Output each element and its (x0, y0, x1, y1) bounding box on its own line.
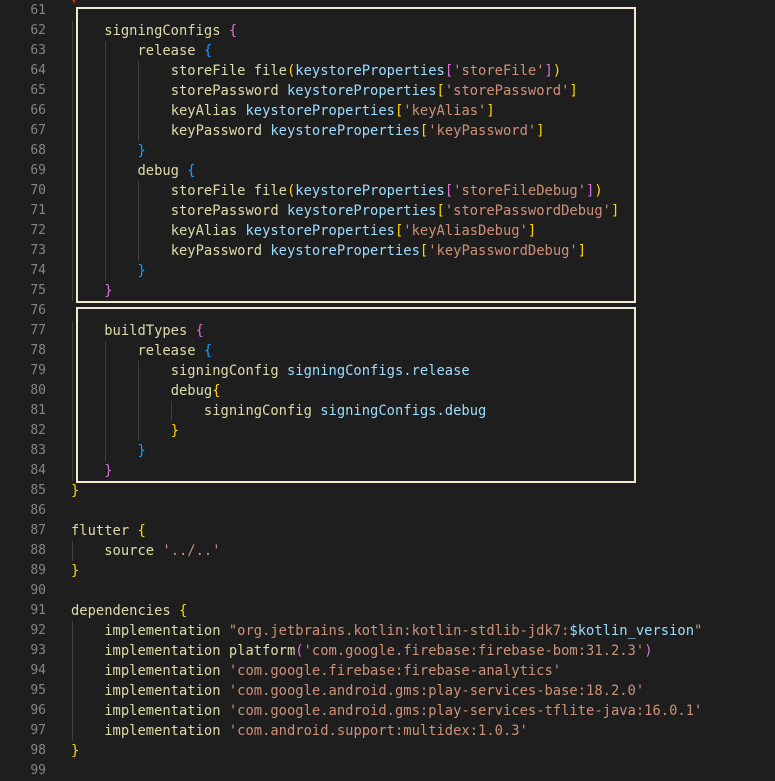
keyword-token: implementation platform (104, 643, 296, 659)
line-number: 70 (30, 183, 46, 198)
keyword-token: implementation (104, 663, 229, 679)
line-number: 88 (30, 543, 46, 558)
line-number: 74 (30, 263, 46, 278)
code-line[interactable]: 87 flutter { (0, 521, 775, 541)
string-token: 'com.android.support:multidex:1.0.3' (228, 723, 528, 739)
keyword-token: flutter (71, 523, 138, 539)
line-number: 65 (30, 83, 46, 98)
keyword-token: source (104, 543, 163, 559)
bracket-token: } (71, 483, 80, 499)
line-number: 77 (30, 323, 46, 338)
bracket-token: ( (295, 643, 304, 659)
line-number: 89 (30, 563, 46, 578)
code-text: implementation 'com.android.support:mult… (71, 721, 528, 741)
keyword-token: implementation (104, 623, 229, 639)
keyword-token: dependencies (71, 603, 179, 619)
code-line[interactable]: 88 source '../..' (0, 541, 775, 561)
line-number: 73 (30, 243, 46, 258)
code-text: implementation 'com.google.android.gms:p… (71, 681, 644, 701)
string-token: 'com.google.android.gms:play-services-tf… (228, 703, 703, 719)
line-number: 78 (30, 343, 46, 358)
bracket-token: { (178, 603, 188, 619)
code-line[interactable]: 90 (0, 581, 775, 601)
line-number: 90 (30, 583, 46, 598)
identifier-token: $kotlin_version (569, 623, 695, 639)
line-number: 72 (30, 223, 46, 238)
code-text: source '../..' (71, 541, 221, 561)
line-number: 97 (30, 723, 46, 738)
line-number: 66 (30, 103, 46, 118)
line-number: 86 (30, 503, 46, 518)
string-token: 'com.google.firebase:firebase-bom:31.2.3… (303, 643, 645, 659)
line-number: 75 (30, 283, 46, 298)
bracket-token: } (71, 563, 80, 579)
line-number: 63 (30, 43, 46, 58)
string-token: 'com.google.android.gms:play-services-ba… (228, 683, 645, 699)
code-text: dependencies { (71, 601, 187, 621)
line-number: 64 (30, 63, 46, 78)
code-line[interactable]: 96 implementation 'com.google.android.gm… (0, 701, 775, 721)
keyword-token: implementation (104, 703, 229, 719)
line-number: 62 (30, 23, 46, 38)
code-text: implementation "org.jetbrains.kotlin:kot… (71, 621, 702, 641)
code-editor[interactable]: 61 62 signingConfigs {63 release {64 stor… (0, 0, 775, 778)
code-line[interactable]: 91 dependencies { (0, 601, 775, 621)
string-token: '../..' (162, 543, 221, 559)
string-token: "org.jetbrains.kotlin:kotlin-stdlib-jdk7… (228, 623, 570, 639)
line-number: 98 (30, 743, 46, 758)
string-token: " (694, 623, 703, 639)
line-number: 79 (30, 363, 46, 378)
line-number: 85 (30, 483, 46, 498)
line-number: 92 (30, 623, 46, 638)
bracket-token: } (71, 743, 80, 759)
code-line[interactable]: 97 implementation 'com.android.support:m… (0, 721, 775, 741)
highlight-box (76, 307, 636, 483)
code-line[interactable]: 85} (0, 481, 775, 501)
line-number: 91 (30, 603, 46, 618)
code-line[interactable]: 86 (0, 501, 775, 521)
code-text: } (71, 741, 79, 761)
line-number: 83 (30, 443, 46, 458)
line-number: 84 (30, 463, 46, 478)
line-number: 94 (30, 663, 46, 678)
code-line[interactable]: 95 implementation 'com.google.android.gm… (0, 681, 775, 701)
line-number: 81 (30, 403, 46, 418)
line-number: 82 (30, 423, 46, 438)
code-line[interactable]: 92 implementation "org.jetbrains.kotlin:… (0, 621, 775, 641)
line-number: 87 (30, 523, 46, 538)
keyword-token: implementation (104, 723, 229, 739)
line-number: 67 (30, 123, 46, 138)
line-number: 99 (30, 763, 46, 778)
code-text: } (71, 481, 79, 501)
code-line[interactable]: 93 implementation platform('com.google.f… (0, 641, 775, 661)
line-number: 71 (30, 203, 46, 218)
code-line[interactable]: 98} (0, 741, 775, 761)
code-line[interactable]: 89} (0, 561, 775, 581)
highlight-box (76, 7, 636, 303)
code-line[interactable]: 94 implementation 'com.google.firebase:f… (0, 661, 775, 681)
code-text: } (71, 561, 79, 581)
line-number: 96 (30, 703, 46, 718)
code-line[interactable]: 99 (0, 761, 775, 781)
line-number: 68 (30, 143, 46, 158)
bracket-token: { (137, 523, 146, 539)
line-number: 76 (30, 303, 46, 318)
code-text: flutter { (71, 521, 146, 541)
line-number: 80 (30, 383, 46, 398)
code-text: implementation 'com.google.firebase:fire… (71, 661, 561, 681)
keyword-token: implementation (104, 683, 229, 699)
line-number: 95 (30, 683, 46, 698)
bracket-token: ) (644, 643, 653, 659)
code-text: implementation 'com.google.android.gms:p… (71, 701, 702, 721)
line-number: 69 (30, 163, 46, 178)
string-token: 'com.google.firebase:firebase-analytics' (228, 663, 562, 679)
line-number: 61 (30, 3, 46, 18)
code-text: implementation platform('com.google.fire… (71, 641, 653, 661)
line-number: 93 (30, 643, 46, 658)
